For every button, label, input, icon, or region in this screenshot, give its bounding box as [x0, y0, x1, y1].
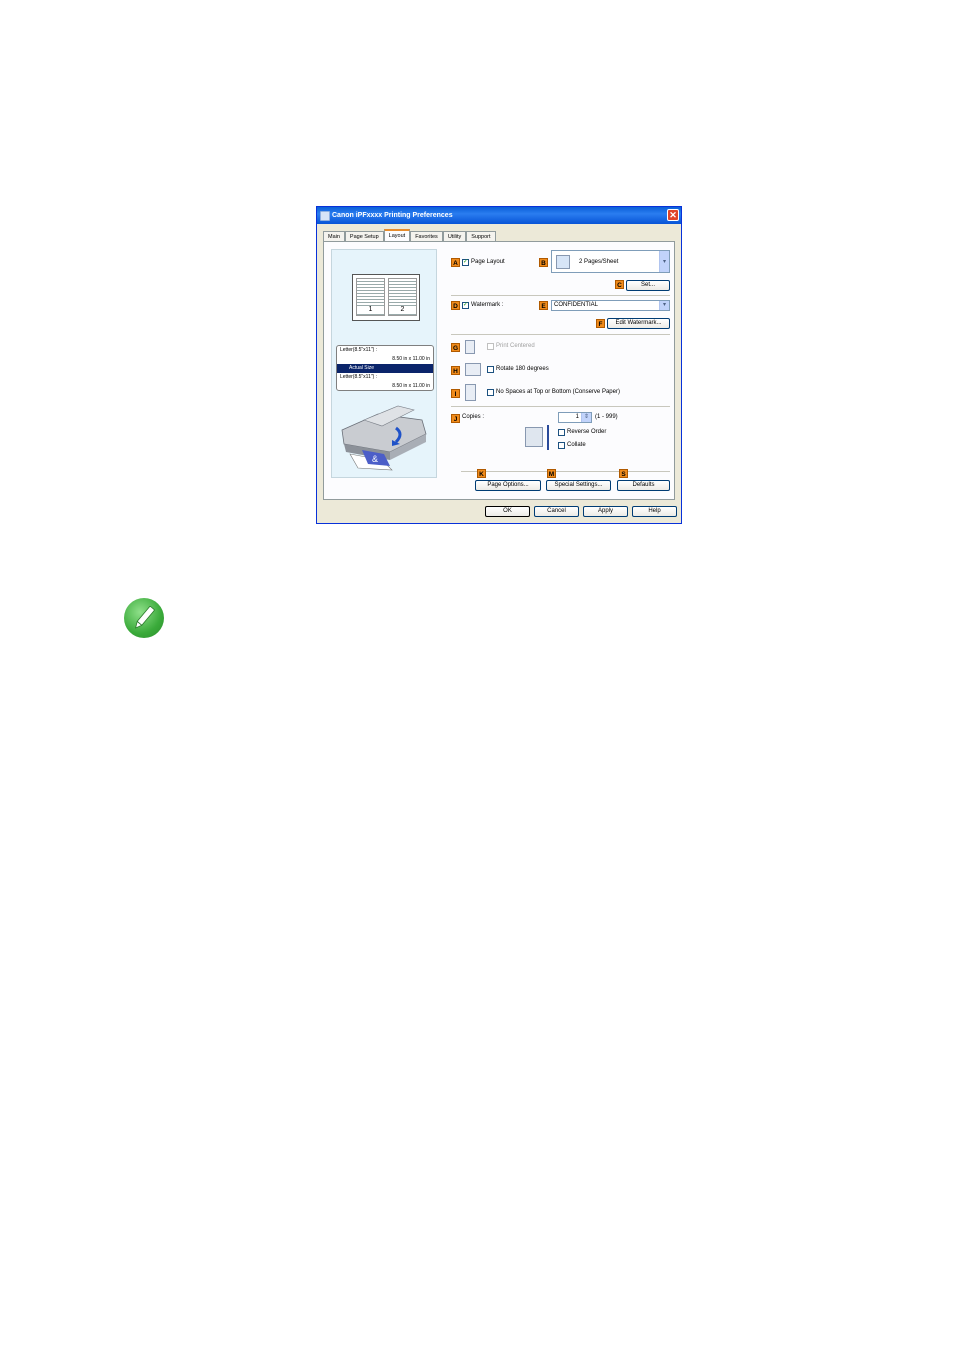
note-pencil-icon [124, 598, 164, 638]
label-f: F [596, 319, 605, 328]
label-g: G [451, 343, 460, 352]
divider [451, 406, 670, 407]
label-k: K [477, 469, 486, 478]
special-settings-button[interactable]: Special Settings... [546, 480, 611, 491]
pages-per-sheet-select[interactable]: 2 Pages/Sheet ▾ [551, 250, 670, 273]
divider [451, 295, 670, 296]
print-centered-checkbox [487, 343, 494, 350]
watermark-value: CONFIDENTIAL [554, 302, 599, 308]
no-spaces-label: No Spaces at Top or Bottom (Conserve Pap… [496, 389, 620, 395]
label-i: I [451, 389, 460, 398]
page-layout-checkbox[interactable]: ✓ [462, 259, 469, 266]
pencil-icon [135, 606, 155, 629]
label-c: C [615, 280, 624, 289]
page-preview-2: 2 [388, 278, 417, 316]
input-size-label: Letter(8.5"x11") : [340, 347, 378, 353]
printer-icon [320, 211, 330, 221]
label-e: E [539, 301, 548, 310]
output-size-dims: 8.50 in x 11.00 in [392, 383, 430, 389]
layout-panel: 1 2 Letter(8.5"x11") : 8.50 in x 11.00 i… [323, 241, 675, 500]
set-button[interactable]: Set... [626, 280, 670, 291]
rotate-icon [465, 363, 481, 376]
copies-range: (1 - 999) [595, 414, 618, 420]
print-centered-icon [465, 340, 475, 354]
collate-checkbox[interactable] [558, 442, 565, 449]
copies-value: 1 [575, 414, 579, 420]
layout-icon [556, 255, 570, 269]
label-j: J [451, 414, 460, 423]
watermark-checkbox[interactable]: ✓ [462, 302, 469, 309]
reverse-order-checkbox[interactable] [558, 429, 565, 436]
label-d: D [451, 301, 460, 310]
divider [451, 334, 670, 335]
order-indicator [547, 425, 549, 450]
watermark-select[interactable]: CONFIDENTIAL ▾ [551, 300, 670, 311]
title-bar[interactable]: Canon iPFxxxx Printing Preferences ✕ [317, 207, 681, 224]
svg-text:&: & [372, 454, 378, 464]
label-a: A [451, 258, 460, 267]
pages-per-sheet-value: 2 Pages/Sheet [579, 259, 619, 265]
page-preview-1: 1 [356, 278, 385, 316]
collate-pages-icon [525, 427, 543, 447]
help-button[interactable]: Help [632, 506, 677, 517]
defaults-button[interactable]: Defaults [617, 480, 670, 491]
printing-preferences-dialog: Canon iPFxxxx Printing Preferences ✕ Mai… [316, 206, 682, 524]
print-centered-label: Print Centered [496, 343, 535, 349]
no-spaces-checkbox[interactable] [487, 389, 494, 396]
edit-watermark-button[interactable]: Edit Watermark... [607, 318, 670, 329]
chevron-down-icon[interactable]: ▾ [659, 301, 669, 310]
page-number: 1 [357, 306, 384, 313]
cancel-button[interactable]: Cancel [534, 506, 579, 517]
label-b: B [539, 258, 548, 267]
sheet-preview: 1 2 [352, 274, 420, 321]
printer-illustration: & [341, 405, 427, 471]
page-number: 2 [389, 306, 416, 313]
layout-preview: 1 2 Letter(8.5"x11") : 8.50 in x 11.00 i… [331, 249, 437, 478]
paper-size-info: Letter(8.5"x11") : 8.50 in x 11.00 in Ac… [336, 345, 434, 391]
input-size-dims: 8.50 in x 11.00 in [392, 356, 430, 362]
rotate-180-label: Rotate 180 degrees [496, 366, 549, 372]
label-m: M [547, 469, 556, 478]
label-s: S [619, 469, 628, 478]
ok-button[interactable]: OK [485, 506, 530, 517]
reverse-order-label: Reverse Order [567, 429, 607, 435]
scaling-mode: Actual Size [337, 364, 433, 373]
page-layout-label: Page Layout [471, 258, 505, 265]
conserve-paper-icon [465, 384, 476, 401]
rotate-180-checkbox[interactable] [487, 366, 494, 373]
page-options-button[interactable]: Page Options... [475, 480, 541, 491]
divider [461, 471, 670, 472]
copies-label: Copies : [462, 414, 485, 420]
output-size-label: Letter(8.5"x11") : [340, 374, 378, 380]
close-button[interactable]: ✕ [667, 209, 679, 221]
collate-label: Collate [567, 442, 586, 448]
window-title: Canon iPFxxxx Printing Preferences [332, 212, 453, 219]
tab-strip: Main Page Setup Layout Favorites Utility… [323, 229, 496, 243]
apply-button[interactable]: Apply [583, 506, 628, 517]
label-h: H [451, 366, 460, 375]
watermark-label: Watermark : [471, 301, 504, 308]
copies-input[interactable]: 1 ⇕ [558, 412, 592, 423]
chevron-down-icon[interactable]: ▾ [659, 251, 669, 272]
spin-icon[interactable]: ⇕ [581, 413, 591, 422]
